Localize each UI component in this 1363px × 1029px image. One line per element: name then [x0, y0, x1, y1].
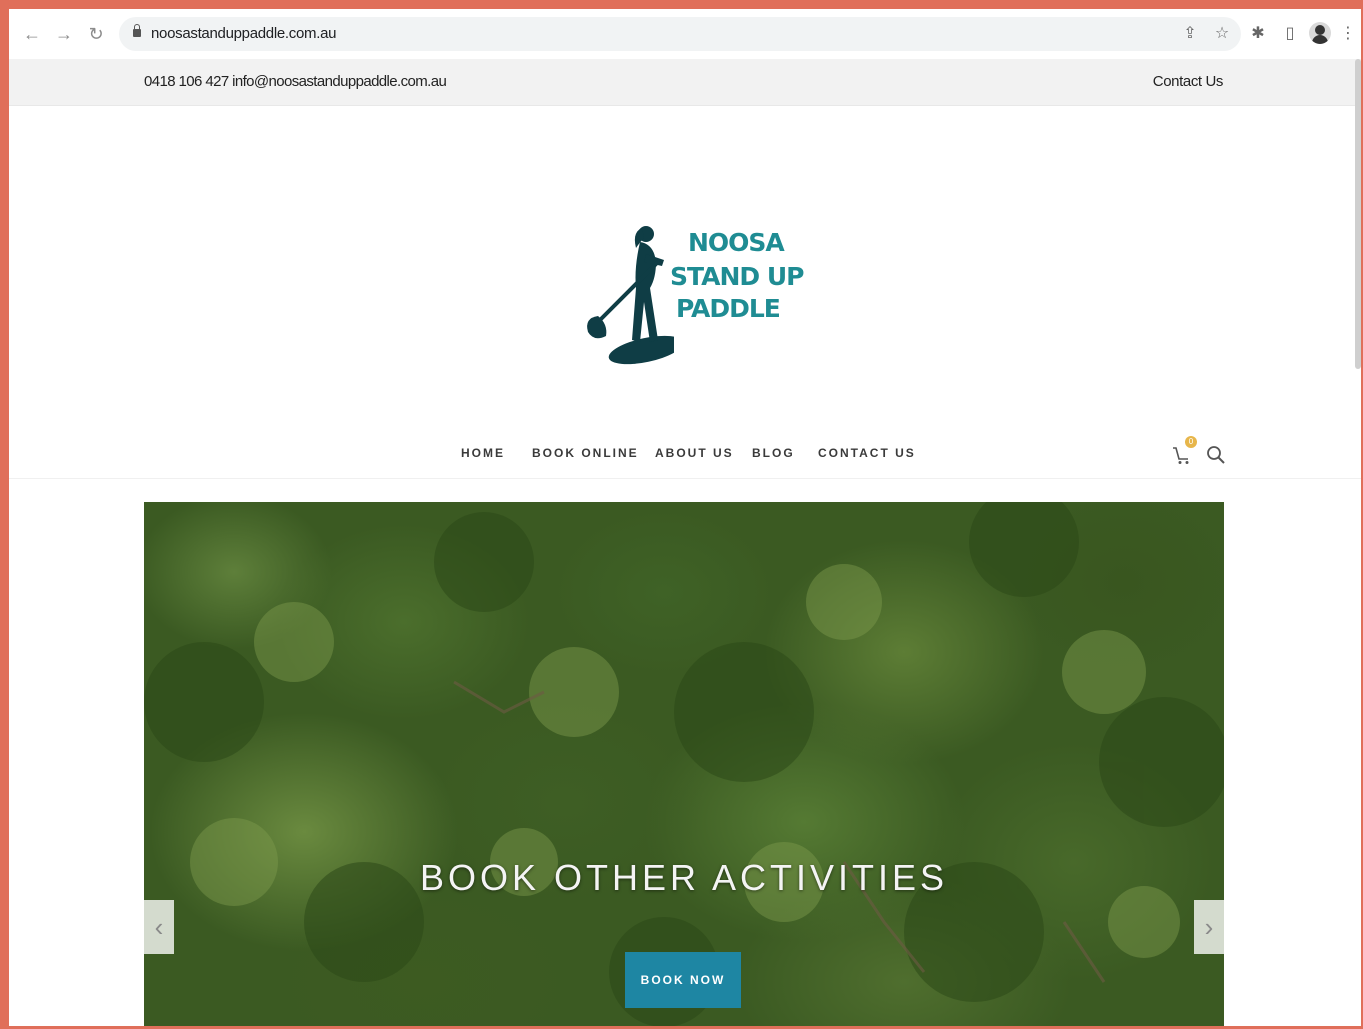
site-logo[interactable]: NOOSA STAND UP PADDLE: [584, 218, 804, 374]
share-icon[interactable]: ⇪: [1179, 23, 1201, 45]
slider-next-arrow-icon[interactable]: ›: [1194, 900, 1224, 954]
forward-arrow-icon[interactable]: →: [53, 23, 75, 45]
book-now-button[interactable]: BOOK NOW: [625, 952, 741, 1008]
contact-us-link[interactable]: Contact Us: [1153, 73, 1224, 90]
back-arrow-icon[interactable]: ←: [21, 23, 43, 45]
side-panel-icon[interactable]: ▯: [1279, 23, 1301, 45]
nav-contact-us[interactable]: CONTACT US: [818, 446, 916, 460]
cart-count-badge: 0: [1185, 436, 1197, 448]
nav-about-us[interactable]: ABOUT US: [655, 446, 734, 460]
hero-slider: BOOK OTHER ACTIVITIES BOOK NOW ‹ ›: [144, 502, 1224, 1029]
logo-text-line3: PADDLE: [676, 294, 781, 323]
paddler-silhouette-icon: [587, 226, 674, 365]
hero-title: BOOK OTHER ACTIVITIES: [419, 857, 949, 898]
browser-menu-icon[interactable]: ⋮: [1337, 23, 1359, 45]
site-topbar: 0418 106 427 info@noosastanduppaddle.com…: [9, 59, 1361, 106]
hero-foliage-image: [144, 502, 1224, 1027]
bookmark-star-icon[interactable]: ☆: [1211, 23, 1233, 45]
main-navigation: HOME BOOK ONLINE ABOUT US BLOG CONTACT U…: [9, 430, 1361, 479]
lock-icon[interactable]: [133, 24, 141, 37]
contact-info: 0418 106 427 info@noosastanduppaddle.com…: [144, 73, 447, 90]
browser-toolbar: ← → ↻ noosastanduppaddle.com.au ⇪ ☆ ✱ ▯ …: [9, 9, 1361, 59]
nav-book-online[interactable]: BOOK ONLINE: [532, 446, 639, 460]
page-scrollbar[interactable]: [1355, 59, 1361, 369]
logo-text-line1: NOOSA: [688, 228, 785, 257]
nav-home[interactable]: HOME: [461, 446, 505, 460]
url-text[interactable]: noosastanduppaddle.com.au: [151, 25, 336, 42]
nav-blog[interactable]: BLOG: [752, 446, 795, 460]
address-bar[interactable]: noosastanduppaddle.com.au ⇪ ☆: [119, 17, 1241, 51]
logo-text-line2: STAND UP: [670, 262, 804, 291]
slider-prev-arrow-icon[interactable]: ‹: [144, 900, 174, 954]
profile-avatar-icon[interactable]: [1309, 22, 1331, 44]
extensions-icon[interactable]: ✱: [1247, 23, 1269, 45]
reload-icon[interactable]: ↻: [85, 23, 107, 45]
search-icon[interactable]: [1205, 444, 1227, 466]
